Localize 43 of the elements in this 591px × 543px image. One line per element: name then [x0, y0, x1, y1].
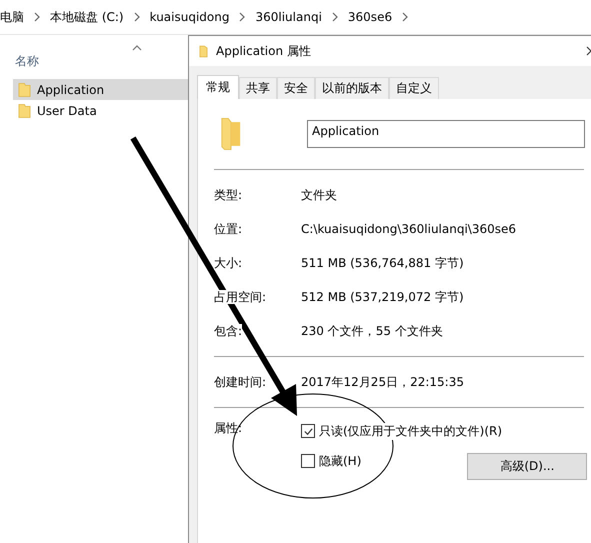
- attributes-label: 属性:: [214, 420, 244, 437]
- property-value: 230 个文件，55 个文件夹: [301, 322, 443, 340]
- tab[interactable]: 常规: [197, 75, 239, 99]
- name-input-field[interactable]: Application: [307, 120, 585, 148]
- chevron-right-icon[interactable]: [134, 12, 140, 22]
- chevron-right-icon[interactable]: [34, 12, 40, 22]
- breadcrumb-item[interactable]: kuaisuqidong: [150, 10, 230, 24]
- breadcrumb-item[interactable]: 本地磁盘 (C:): [50, 8, 124, 26]
- name-column-header[interactable]: 名称: [15, 52, 39, 70]
- file-list-item[interactable]: User Data: [13, 100, 188, 121]
- chevron-right-icon[interactable]: [239, 12, 246, 22]
- property-label: 占用空间:: [214, 290, 266, 304]
- folder-icon: [18, 102, 31, 118]
- folder-icon: [18, 82, 31, 98]
- folder-icon: [220, 116, 242, 152]
- checkbox-label[interactable]: 隐藏(H): [319, 452, 362, 470]
- property-value: 文件夹: [301, 186, 337, 204]
- property-label: 类型:: [214, 188, 242, 202]
- breadcrumb-item[interactable]: 电脑: [0, 8, 24, 26]
- sort-up-icon: [132, 45, 142, 51]
- tab[interactable]: 共享: [239, 77, 277, 99]
- advanced-button[interactable]: 高级(D)...: [467, 452, 588, 480]
- property-label: 创建时间:: [214, 374, 266, 388]
- breadcrumb-item[interactable]: 360liulanqi: [255, 10, 322, 24]
- folder-icon: [199, 44, 208, 58]
- property-value: 512 MB (537,219,072 字节): [301, 288, 464, 306]
- checkbox[interactable]: [301, 424, 315, 438]
- breadcrumb-item[interactable]: 360se6: [348, 10, 392, 24]
- chevron-right-icon[interactable]: [332, 12, 338, 22]
- property-value: 2017年12月25日，22:15:35: [301, 374, 464, 390]
- property-label: 包含:: [214, 324, 242, 338]
- dialog-title: Application 属性: [216, 42, 311, 60]
- tab[interactable]: 自定义: [389, 77, 439, 99]
- tab[interactable]: 安全: [277, 77, 315, 99]
- checkbox-label[interactable]: 只读(仅应用于文件夹中的文件)(R): [319, 422, 502, 440]
- property-value: C:\kuaisuqidong\360liulanqi\360se6: [301, 222, 516, 236]
- property-label: 位置:: [214, 222, 242, 236]
- property-label: 大小:: [214, 256, 242, 270]
- checkbox[interactable]: [301, 454, 315, 468]
- property-value: 511 MB (536,764,881 字节): [301, 254, 464, 272]
- chevron-right-icon[interactable]: [402, 12, 408, 22]
- file-list-item[interactable]: Application: [13, 79, 188, 100]
- tab[interactable]: 以前的版本: [315, 77, 389, 99]
